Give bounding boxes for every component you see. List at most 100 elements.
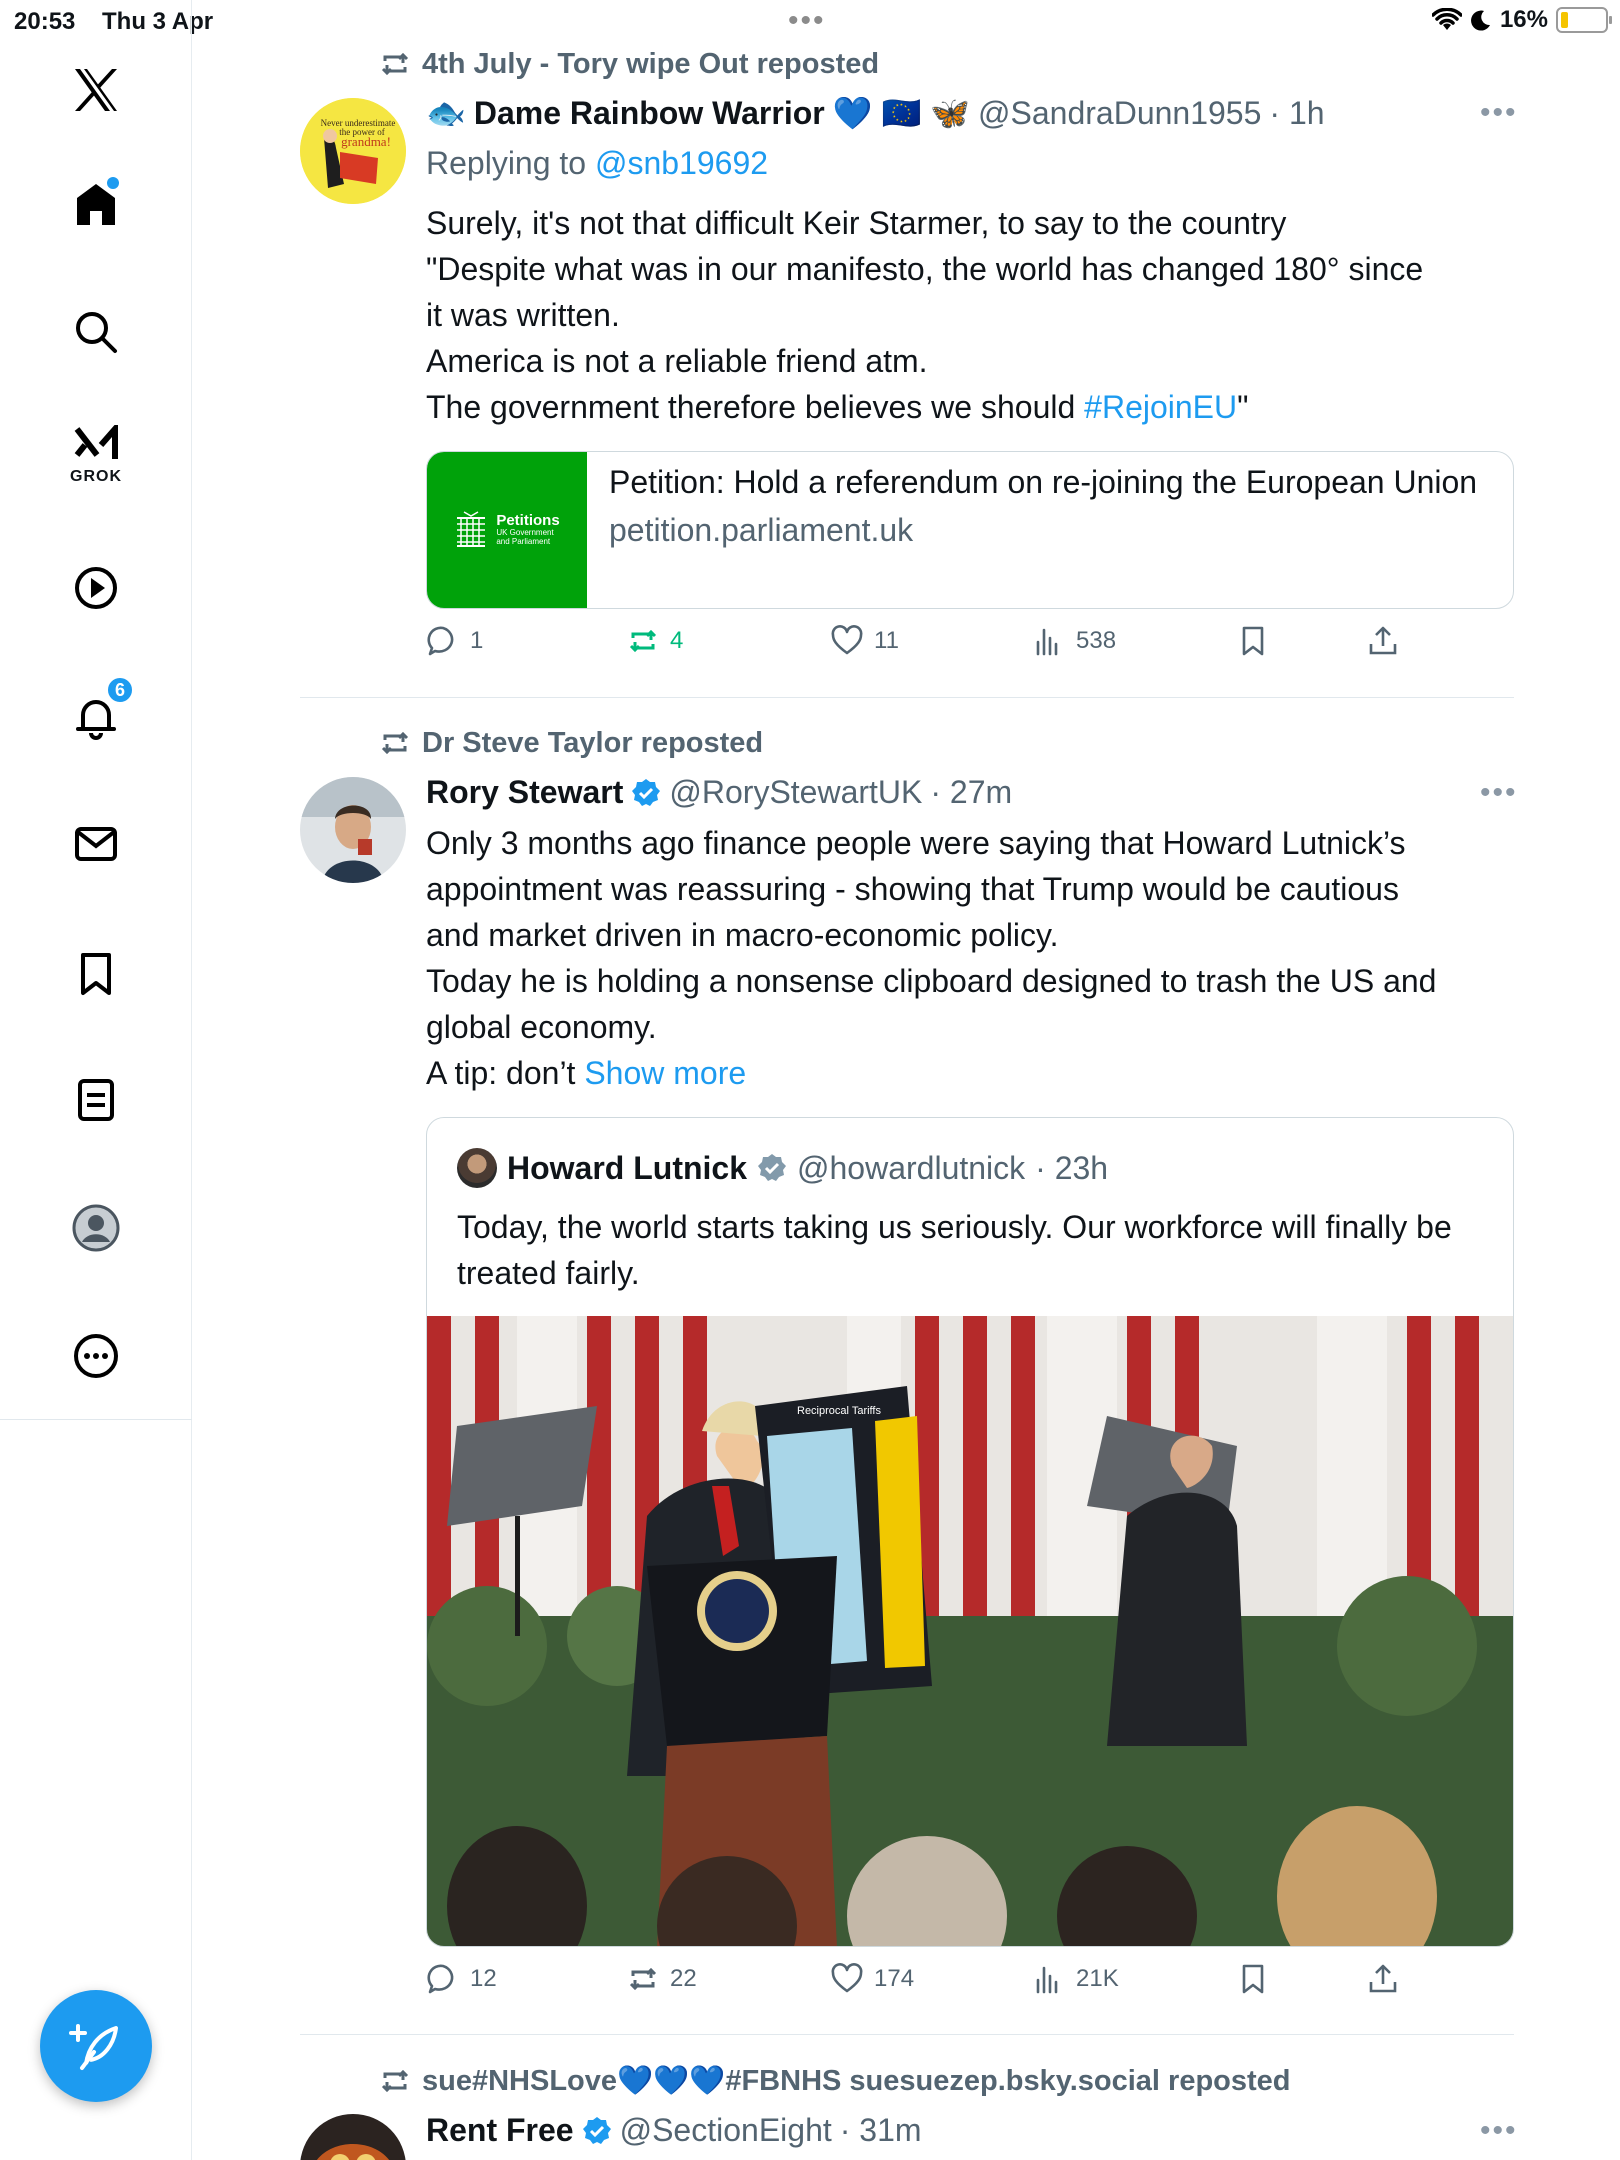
post-text-line: A tip: don’t Show more [426, 1050, 1436, 1096]
reply-count: 12 [470, 1965, 497, 1992]
bookmark-icon [1242, 626, 1264, 656]
link-preview-card[interactable]: Petitions UK Government and Parliament P… [426, 451, 1514, 609]
bookmark-button[interactable] [1236, 1962, 1270, 1996]
bookmarks-icon[interactable] [66, 944, 126, 1004]
like-button[interactable]: 174 [830, 1962, 914, 1996]
views-button[interactable]: 538 [1032, 624, 1116, 658]
replying-to-link[interactable]: @snb19692 [595, 145, 768, 181]
more-options-icon[interactable] [66, 1326, 126, 1386]
replying-prefix: Replying to [426, 145, 587, 181]
repost-count: 22 [670, 1965, 697, 1992]
author-name[interactable]: Rent Free [426, 2112, 574, 2149]
quote-post-time: · 23h [1035, 1149, 1109, 1186]
profile-avatar-icon[interactable] [66, 1198, 126, 1258]
bookmark-icon [1242, 1964, 1264, 1994]
post-text-line: America is not a reliable friend atm. [426, 343, 928, 379]
repost-indicator[interactable]: Dr Steve Taylor reposted [378, 726, 763, 760]
post-text-line: it was written. [426, 297, 620, 333]
multitasking-dots-icon[interactable]: ••• [788, 4, 826, 38]
repost-count: 4 [670, 627, 684, 654]
avatar[interactable]: Never underestimate the power of grandma… [300, 98, 406, 204]
verified-badge-icon [632, 778, 661, 806]
author-handle[interactable]: @SectionEight [620, 2112, 832, 2149]
home-unread-dot [107, 177, 119, 189]
quote-author-handle[interactable]: @howardlutnick [797, 1150, 1025, 1187]
quote-author-name[interactable]: Howard Lutnick [507, 1150, 747, 1187]
views-chart-icon [1036, 1966, 1058, 1994]
post-time[interactable]: · 1h [1269, 95, 1324, 132]
home-icon[interactable] [66, 174, 126, 234]
moon-icon [1470, 10, 1490, 31]
bookmark-button[interactable] [1236, 624, 1270, 658]
quote-text: Today, the world starts taking us seriou… [457, 1209, 1452, 1291]
repost-icon [629, 1967, 657, 1991]
post-text-line: appointment was reassuring - showing tha… [426, 871, 1399, 907]
author-name[interactable]: Rory Stewart [426, 774, 623, 811]
messages-envelope-icon[interactable] [66, 814, 126, 874]
tariff-board-title: Reciprocal Tariffs [797, 1405, 881, 1417]
x-logo-icon[interactable] [66, 60, 126, 120]
post-text-line: Only 3 months ago finance people were sa… [426, 825, 1406, 861]
repost-indicator[interactable]: 4th July - Tory wipe Out reposted [378, 47, 879, 81]
author-handle[interactable]: @RoryStewartUK [669, 774, 922, 811]
post-more-icon[interactable]: ••• [1480, 776, 1518, 810]
post-text-line: The government therefore believes we sho… [426, 384, 1423, 430]
battery-percent: 16% [1499, 6, 1548, 33]
verified-badge-icon [582, 2116, 611, 2144]
post-text: Only 3 months ago finance people were sa… [426, 820, 1436, 1096]
repost-icon [381, 731, 409, 755]
views-button[interactable]: 21K [1032, 1962, 1119, 1996]
post-more-icon[interactable]: ••• [1480, 2114, 1518, 2148]
post-time[interactable]: · 27m [930, 774, 1012, 811]
hashtag-link[interactable]: #RejoinEU [1084, 389, 1237, 425]
post-text-line: "Despite what was in our manifesto, the … [426, 251, 1424, 287]
show-more-link[interactable]: Show more [584, 1055, 746, 1091]
reply-count: 1 [470, 627, 484, 654]
repost-indicator[interactable]: sue#NHSLove💙💙💙#FBNHS suesuezep.bsky.soci… [378, 2064, 1291, 2098]
name-emoji-fish: 🐟 [426, 95, 466, 131]
share-button[interactable] [1366, 1962, 1400, 1996]
heart-icon [831, 625, 863, 655]
name-emoji-suffix: 💙 🇪🇺 🦋 [832, 95, 971, 131]
post-text-segment: " [1237, 389, 1249, 425]
reply-icon [427, 626, 454, 656]
post-time[interactable]: · 31m [840, 2112, 922, 2149]
repost-icon [629, 629, 657, 653]
notifications-badge: 6 [106, 676, 134, 704]
reposted-by-text: sue#NHSLove💙💙💙#FBNHS suesuezep.bsky.soci… [422, 2065, 1291, 2097]
repost-button[interactable]: 22 [626, 1962, 697, 1996]
quote-header: Howard Lutnick @howardlutnick · 23h [457, 1148, 1108, 1188]
avatar[interactable] [300, 777, 406, 883]
grok-icon[interactable]: GROK [66, 420, 126, 485]
share-button[interactable] [1366, 624, 1400, 658]
reply-button[interactable]: 12 [426, 1962, 497, 1996]
card-domain: petition.parliament.uk [609, 512, 914, 548]
battery-icon [1556, 7, 1612, 33]
quote-avatar[interactable] [457, 1148, 497, 1188]
share-icon [1369, 626, 1397, 655]
feather-plus-icon [69, 2024, 118, 2070]
status-right: 16% [1431, 6, 1612, 34]
lists-icon[interactable] [66, 1070, 126, 1130]
card-title: Petition: Hold a referendum on re-joinin… [609, 464, 1478, 500]
reply-button[interactable]: 1 [426, 624, 483, 658]
notifications-bell-icon[interactable]: 6 [66, 676, 134, 746]
sidebar: GROK 6 [0, 0, 192, 2160]
search-icon[interactable] [66, 302, 126, 362]
quoted-post[interactable]: Howard Lutnick @howardlutnick · 23h Toda… [426, 1117, 1514, 1947]
post-actions: 1 4 11 538 [426, 624, 1406, 672]
repost-button[interactable]: 4 [626, 624, 683, 658]
grok-label: GROK [70, 468, 122, 485]
compose-post-button[interactable] [40, 1990, 152, 2102]
like-button[interactable]: 11 [830, 624, 899, 658]
post-more-icon[interactable]: ••• [1480, 96, 1518, 130]
video-play-icon[interactable] [66, 558, 126, 618]
quote-media-image[interactable]: Reciprocal Tariffs [427, 1316, 1513, 1946]
author-handle[interactable]: @SandraDunn1955 [978, 95, 1261, 132]
post-text: Surely, it's not that difficult Keir Sta… [426, 200, 1423, 430]
author-name[interactable]: Dame Rainbow Warrior [474, 95, 825, 132]
card-thumbnail: Petitions UK Government and Parliament [427, 452, 587, 608]
like-count: 174 [874, 1965, 915, 1992]
tweet-header: 🐟 Dame Rainbow Warrior 💙 🇪🇺 🦋 @SandraDun… [426, 94, 1325, 132]
avatar[interactable] [300, 2114, 406, 2160]
